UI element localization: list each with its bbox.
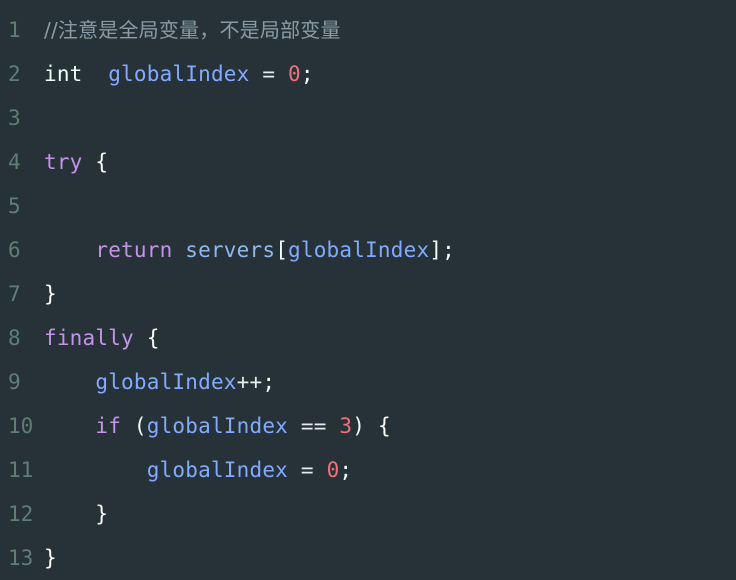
line-content[interactable]: int globalIndex = 0; (44, 52, 736, 96)
token-punct: ; (442, 238, 455, 262)
token-var: globalIndex (95, 370, 237, 394)
code-line[interactable]: 8 finally { (0, 316, 736, 360)
line-number: 6 (8, 238, 21, 262)
token-var: globalIndex (146, 458, 289, 482)
token-num: 3 (339, 414, 353, 438)
line-content[interactable]: if (globalIndex == 3) { (44, 404, 736, 448)
token-num: 0 (288, 62, 301, 86)
line-number: 10 (8, 414, 34, 438)
line-content[interactable]: try { (44, 140, 736, 184)
code-line[interactable]: 4 try { (0, 140, 736, 184)
token-op: = (300, 458, 314, 482)
token-keyword: if (95, 414, 122, 438)
line-number: 12 (8, 502, 34, 526)
token-punct: ( (133, 414, 147, 438)
token-op: = (262, 62, 276, 86)
token-brace: { (377, 414, 391, 438)
token-keyword: finally (44, 326, 134, 350)
code-line[interactable]: 13} (0, 536, 736, 580)
token-var: globalIndex (288, 238, 430, 262)
token-punct: ; (262, 370, 276, 394)
token-op: ++ (236, 370, 263, 394)
line-number: 2 (8, 62, 21, 86)
line-content[interactable]: } (44, 536, 736, 580)
token-return: return (95, 238, 173, 262)
code-lines-container: 1 //注意是全局变量，不是局部变量 2 int globalIndex = 0; 3 4… (0, 8, 736, 580)
line-content[interactable]: //注意是全局变量，不是局部变量 (44, 8, 736, 52)
line-number: 7 (8, 282, 21, 306)
token-punct: ) (352, 414, 366, 438)
token-brace: } (44, 546, 57, 570)
line-content[interactable]: globalIndex = 0; (44, 448, 736, 492)
token-brace: } (95, 502, 109, 526)
line-number: 4 (8, 150, 21, 174)
token-brace: { (146, 326, 160, 350)
code-line[interactable]: 1 //注意是全局变量，不是局部变量 (0, 8, 736, 52)
line-content[interactable]: globalIndex++; (44, 360, 736, 404)
line-number: 13 (8, 546, 34, 570)
token-var: globalIndex (108, 62, 250, 86)
token-punct: ; (300, 62, 314, 86)
code-line[interactable]: 7} (0, 272, 736, 316)
token-brace: } (44, 282, 57, 306)
token-prop: servers (185, 238, 276, 262)
code-line[interactable]: 6 return servers[globalIndex]; (0, 228, 736, 272)
token-comment: //注意是全局变量，不是局部变量 (44, 18, 341, 42)
token-punct: ] (429, 238, 443, 262)
token-type: int (44, 62, 83, 86)
token-brace: { (95, 150, 109, 174)
line-number: 1 (8, 18, 21, 42)
code-line[interactable]: 2 int globalIndex = 0; (0, 52, 736, 96)
code-line[interactable]: 11 globalIndex = 0; (0, 448, 736, 492)
code-line[interactable]: 12 } (0, 492, 736, 536)
code-line[interactable]: 10 if (globalIndex == 3) { (0, 404, 736, 448)
token-punct: [ (275, 238, 289, 262)
token-var: globalIndex (146, 414, 289, 438)
token-op: == (300, 414, 327, 438)
line-content[interactable]: } (44, 272, 736, 316)
line-content[interactable]: return servers[globalIndex]; (44, 228, 736, 272)
line-number: 11 (8, 458, 34, 482)
line-content[interactable]: finally { (44, 316, 736, 360)
token-punct: ; (339, 458, 353, 482)
code-editor[interactable]: 1 //注意是全局变量，不是局部变量 2 int globalIndex = 0; 3 4… (0, 0, 736, 580)
token-keyword: try (44, 150, 83, 174)
code-line[interactable]: 5 (0, 184, 736, 228)
line-content[interactable]: } (44, 492, 736, 536)
token-num: 0 (326, 458, 340, 482)
code-line[interactable]: 3 (0, 96, 736, 140)
line-number: 9 (8, 370, 21, 394)
code-line[interactable]: 9 globalIndex++; (0, 360, 736, 404)
line-number: 3 (8, 106, 21, 130)
line-number: 5 (8, 194, 21, 218)
line-number: 8 (8, 326, 21, 350)
